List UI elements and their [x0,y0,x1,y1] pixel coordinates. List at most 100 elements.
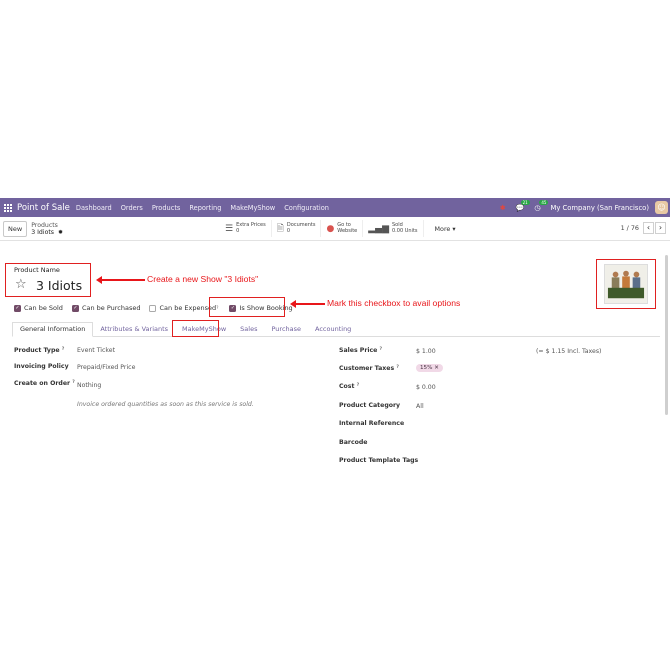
name-annotation-arrow [96,276,145,284]
help-tooltip-icon[interactable]: ? [396,365,399,370]
menu-makemyshow[interactable]: MakeMyShow [230,204,275,212]
documents-button[interactable]: 🗎 Documents 0 [272,220,322,237]
help-tooltip-icon[interactable]: ? [62,347,65,352]
new-button[interactable]: New [3,220,28,237]
documents-value: 0 [286,227,291,234]
tab-attributes-variants[interactable]: Attributes & Variants [93,325,175,336]
checkbox-unchecked-icon [149,304,157,312]
breadcrumb-products[interactable]: Products [31,222,63,229]
more-text: More [434,224,451,233]
control-panel: New Products 3 Idiots ✹ ☰ Extra Prices 0 … [0,217,670,241]
show-booking-highlight-box [209,297,285,317]
go-to-value: Website [337,227,358,234]
customer-taxes-field[interactable]: 15% ✕ [416,364,443,372]
tab-accounting[interactable]: Accounting [308,325,358,336]
breadcrumb-current-label: 3 Idiots [31,228,54,236]
makemyshow-tab-highlight-box [172,320,219,337]
help-tooltip-icon[interactable]: ? [357,383,360,388]
checkbox-checked-icon: ✓ [71,304,79,312]
tab-sales[interactable]: Sales [233,325,264,336]
cost-label: Cost ? [339,383,359,390]
checkbox-annotation-arrow [290,300,325,308]
list-icon: ☰ [225,223,234,234]
create-on-order-label-text: Create on Order [14,380,71,387]
invoicing-policy-label: Invoicing Policy [14,363,69,370]
documents-title: Documents [286,222,316,228]
product-type-label-text: Product Type [14,347,60,354]
product-template-tags-label: Product Template Tags [339,457,419,464]
top-navbar: Point of Sale Dashboard Orders Products … [0,198,670,217]
tax-tag-label: 15% [420,365,433,371]
name-annotation: Create a new Show "3 Idiots" [147,274,259,284]
pager-next-button[interactable]: › [655,222,666,234]
documents-text: Documents 0 [286,222,316,234]
caret-down-icon: ▾ [452,224,456,233]
form-sheet: Product Name ☆ 3 Idiots Create a new Sho… [0,255,660,474]
apps-grid-icon[interactable] [4,203,12,212]
extra-prices-value: 0 [236,227,240,234]
go-to-website-text: Go to Website [337,222,358,234]
product-image-highlight-box [596,259,656,309]
menu-configuration[interactable]: Configuration [284,204,329,212]
checkbox-checked-icon: ✓ [14,304,21,312]
create-on-order-label: Create on Order ? [14,380,75,387]
more-button[interactable]: More ▾ [424,220,467,237]
product-type-label: Product Type ? [14,347,64,354]
pager-value[interactable]: 1 / 76 [621,224,639,232]
product-category-field[interactable]: All [416,403,424,410]
form-scrollbar[interactable] [665,255,668,415]
extra-prices-text: Extra Prices 0 [236,222,266,234]
pager-previous-button[interactable]: ‹ [643,222,654,234]
tab-general-information[interactable]: General Information [12,322,94,337]
can-be-sold-checkbox[interactable]: ✓ Can be Sold [14,304,63,312]
more-label: More ▾ [429,225,462,233]
smart-buttons: ☰ Extra Prices 0 🗎 Documents 0 ● Go to Webs… [220,220,467,237]
barcode-label: Barcode [339,439,368,446]
can-be-expensed-label: Can be Expensed [159,304,217,312]
app-brand[interactable]: Point of Sale [17,203,70,213]
extra-prices-title: Extra Prices [236,222,266,228]
activity-badge: 45 [539,199,549,205]
sales-price-field[interactable]: $ 1.00 [416,348,436,355]
menu-orders[interactable]: Orders [121,204,143,212]
menu-reporting[interactable]: Reporting [189,204,221,212]
menu-dashboard[interactable]: Dashboard [76,204,112,212]
incl-taxes-text: (= $ 1.15 Incl. Taxes) [536,348,602,355]
invoicing-policy-field[interactable]: Prepaid/Fixed Price [77,364,135,371]
company-switcher[interactable]: My Company (San Francisco) [550,204,649,212]
sales-price-label: Sales Price ? [339,347,382,354]
customer-taxes-label-text: Customer Taxes [339,365,395,372]
create-on-order-field[interactable]: Nothing [77,382,101,389]
invoicing-hint: Invoice ordered quantities as soon as th… [77,401,254,408]
customer-taxes-label: Customer Taxes ? [339,365,399,372]
can-be-sold-label: Can be Sold [24,304,63,312]
app-window: Point of Sale Dashboard Orders Products … [0,198,670,474]
activity-icon[interactable]: ◷ 45 [534,199,549,212]
product-type-field[interactable]: Event Ticket [77,347,115,354]
chat-badge: 21 [520,199,530,205]
remove-tag-icon[interactable]: ✕ [434,365,439,371]
cost-field[interactable]: $ 0.00 [416,384,436,391]
chat-icon[interactable]: 💬 21 [516,199,530,212]
extra-prices-button[interactable]: ☰ Extra Prices 0 [220,220,272,237]
sold-button[interactable]: ▂▄▆ Sold 0.00 Units [363,220,424,237]
bar-chart-icon: ▂▄▆ [368,223,389,234]
help-tooltip-icon[interactable]: ? [72,380,75,385]
sales-price-label-text: Sales Price [339,347,378,354]
help-tooltip-icon[interactable]: ? [380,347,383,352]
tab-purchase[interactable]: Purchase [264,325,308,336]
go-to-website-button[interactable]: ● Go to Website [321,220,364,237]
user-avatar[interactable]: ☺ [655,201,668,214]
sold-text: Sold 0.00 Units [392,222,418,234]
tax-tag: 15% ✕ [416,364,443,372]
bug-icon[interactable]: ✱ [500,204,506,212]
gear-icon[interactable]: ✹ [58,229,63,236]
document-icon: 🗎 [276,223,284,234]
notebook-tabs: General Information Attributes & Variant… [12,322,660,337]
can-be-purchased-checkbox[interactable]: ✓ Can be Purchased [71,304,140,312]
pager: 1 / 76 ‹ › [621,222,666,234]
navbar-systray: ✱ 💬 21 ◷ 45 My Company (San Francisco) ☺ [500,199,670,214]
menu-products[interactable]: Products [152,204,180,212]
breadcrumb-current: 3 Idiots ✹ [31,229,63,236]
globe-icon: ● [326,223,335,234]
